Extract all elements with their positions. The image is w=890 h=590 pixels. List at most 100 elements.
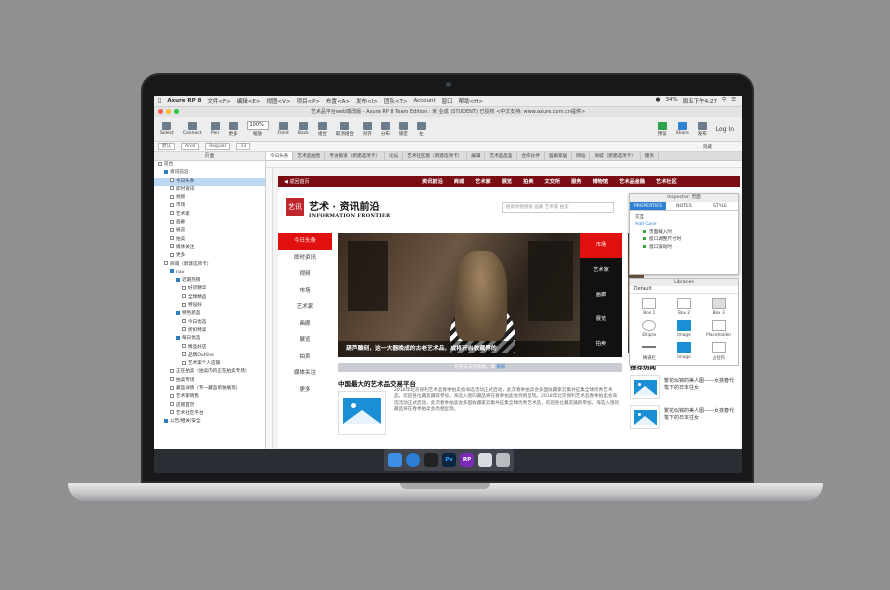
add-case-link[interactable]: Add Case (635, 221, 733, 228)
page-tree-item[interactable]: 折扣特卖 (154, 327, 265, 335)
event-window-resize[interactable]: 窗口调整尺寸时 (635, 236, 733, 243)
group-button[interactable]: 组合 (317, 121, 327, 137)
library-select[interactable]: Default (630, 286, 738, 294)
widget-box1[interactable]: Box 1 (632, 298, 667, 316)
page-tree-item[interactable]: 全球精品 (154, 294, 265, 302)
menu-publish[interactable]: 发布<I> (356, 97, 378, 105)
close-icon[interactable] (158, 109, 163, 114)
canvas-tab[interactable]: 艺术品拍售 (293, 152, 326, 160)
canvas-tab[interactable]: 编辑 (467, 152, 486, 160)
page-tree-item[interactable]: 藏品详情（专一藏品单独展现） (154, 385, 265, 393)
hero-tab[interactable]: 艺术家 (580, 258, 622, 283)
hero-tab[interactable]: 拍卖 (580, 332, 622, 357)
tab-notes[interactable]: NOTES (666, 202, 702, 210)
page-tree-item[interactable]: 特设好 (154, 302, 265, 310)
widget-placeholder2[interactable]: 占位符 (701, 342, 736, 361)
menu-edit[interactable]: 编辑<E> (237, 97, 261, 105)
page-tree-item[interactable]: 店铺首页 (154, 402, 265, 410)
tab-style[interactable]: STYLE (702, 202, 738, 210)
zoom-control[interactable]: 100% 缩放 (246, 121, 269, 137)
axure-icon[interactable]: RP (460, 453, 474, 467)
page-tree-item[interactable]: 艺术家个人店铺 (154, 360, 265, 368)
recommend-item[interactable]: 繁花似锦的美人图——女孩春代笔下的日本往女 (630, 375, 738, 401)
wifi-icon[interactable]: ● (656, 97, 661, 105)
site-left-menu-item[interactable]: 今日头条 (278, 233, 332, 250)
page-tree-item[interactable]: 拍卖专场 (154, 377, 265, 385)
page-tree-item[interactable]: 每日优选 (154, 335, 265, 343)
interaction-section[interactable]: 交互 (635, 214, 733, 221)
hero-tab[interactable]: 画廊 (580, 283, 622, 308)
menu-list-icon[interactable]: ☰ (731, 97, 736, 105)
page-tree-item[interactable]: 画廊 (154, 219, 265, 227)
hero-tab[interactable]: 展览 (580, 307, 622, 332)
canvas-tab[interactable]: 画廊家居 (545, 152, 573, 160)
site-nav-item[interactable]: 艺术品金融 (619, 178, 645, 185)
page-tree-item[interactable]: 今日头条 (154, 177, 265, 186)
hero-tab[interactable]: 市场 (580, 233, 622, 258)
site-nav-item[interactable]: 服务 (571, 178, 581, 185)
canvas-tab[interactable]: 商城（新建选项卡） (590, 152, 641, 160)
site-nav-item[interactable]: 拍卖 (523, 178, 533, 185)
page-tree-item[interactable]: 近期热销 (154, 277, 265, 285)
widget-image[interactable]: Image (667, 320, 702, 338)
widget-box2[interactable]: Box 2 (667, 298, 702, 316)
page-tree-item[interactable]: 特色新品 (154, 310, 265, 318)
site-left-menu-item[interactable]: 更多 (278, 382, 332, 399)
page-tree-item[interactable]: 今日优选 (154, 319, 265, 327)
page-tree-item[interactable]: 展览 (154, 227, 265, 235)
site-left-menu-item[interactable]: 画廊 (278, 316, 332, 333)
canvas-tab[interactable]: 艺术品品鉴 (485, 152, 518, 160)
share-button[interactable]: Share (676, 122, 689, 136)
page-tree-item[interactable]: 品牌Outline (154, 352, 265, 360)
site-nav-item[interactable]: 资讯前沿 (422, 178, 443, 185)
widget-placeholder[interactable]: Placeholder (701, 320, 736, 338)
distribute-button[interactable]: 分布 (380, 121, 390, 137)
weight-select[interactable]: Regular (205, 143, 231, 150)
zoom-select[interactable]: 100% (246, 121, 269, 130)
lock-button[interactable]: 锁定 (398, 121, 408, 137)
widget-image2[interactable]: Image (667, 342, 702, 361)
canvas-tab[interactable]: 服务 (641, 152, 659, 160)
site-left-menu-item[interactable]: 即时资讯 (278, 250, 332, 267)
page-tree-item[interactable]: 艺术家销售 (154, 393, 265, 401)
site-left-menu-item[interactable]: 艺术家 (278, 299, 332, 316)
canvas-tab[interactable]: 网站 (572, 152, 591, 160)
select-button[interactable]: Select (160, 122, 174, 136)
connect-button[interactable]: Connect (183, 122, 202, 136)
preview-button[interactable]: 预览 (657, 121, 667, 137)
site-left-menu-item[interactable]: 拍卖 (278, 349, 332, 366)
qq-icon[interactable] (424, 453, 438, 467)
align-button[interactable]: 对齐 (362, 121, 372, 137)
publish-button[interactable]: 发布 (697, 121, 707, 137)
menu-window[interactable]: 窗口 (442, 97, 453, 105)
widget-box3[interactable]: Box 3 (701, 298, 736, 316)
messages-icon[interactable] (478, 453, 492, 467)
back-home-link[interactable]: ◀ 返回首页 (278, 178, 408, 185)
page-tree-item[interactable]: 视频 (154, 194, 265, 202)
trash-icon[interactable] (496, 453, 510, 467)
search-icon[interactable]: ⚲ (722, 97, 726, 105)
page-tree-item[interactable]: 资讯前沿 (154, 169, 265, 177)
menu-app-name[interactable]: Axure RP 8 (167, 98, 201, 104)
page-tree-item[interactable]: 前台 (154, 161, 265, 169)
site-nav-item[interactable]: 艺术家 (475, 178, 491, 185)
site-nav-item[interactable]: 博物馆 (592, 178, 608, 185)
widget-line[interactable]: 横道栏 (632, 342, 667, 361)
size-select[interactable]: 13 (236, 143, 251, 150)
back-button[interactable]: Back (298, 122, 309, 136)
menu-arrange[interactable]: 布置<A> (326, 97, 350, 105)
safari-icon[interactable] (406, 453, 420, 467)
battery-percent[interactable]: 34% (665, 97, 677, 105)
site-nav-item[interactable]: 文交所 (545, 178, 561, 185)
ungroup-button[interactable]: 取消组合 (336, 121, 354, 137)
apple-icon[interactable]:  (158, 98, 161, 104)
site-nav-item[interactable]: 艺术社区 (656, 178, 677, 185)
more-button[interactable]: 更多 (228, 121, 238, 137)
site-left-menu-item[interactable]: 展览 (278, 332, 332, 349)
page-tree-item[interactable]: 商城（新建选项卡） (154, 261, 265, 269)
canvas-tab[interactable]: 合作伙伴 (517, 152, 545, 160)
finder-icon[interactable] (388, 453, 402, 467)
menu-file[interactable]: 文件<F> (207, 97, 230, 105)
site-nav-item[interactable]: 商城 (454, 178, 464, 185)
photoshop-icon[interactable]: Ps (442, 453, 456, 467)
